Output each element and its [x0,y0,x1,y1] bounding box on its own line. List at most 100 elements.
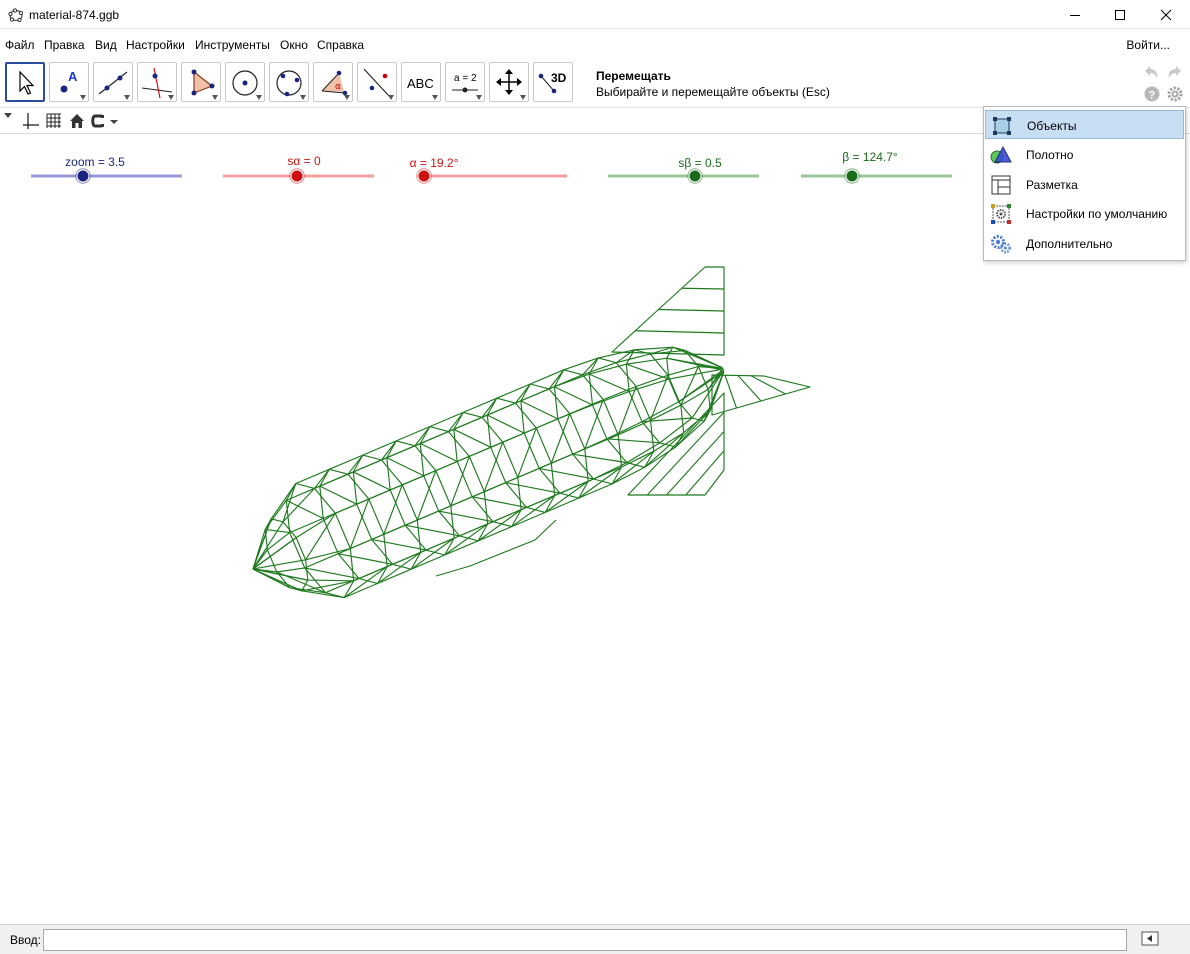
slider-knob[interactable] [417,169,431,183]
axes-icon[interactable] [22,112,40,130]
settings-item-label: Дополнительно [1026,237,1113,251]
hull-brace [252,568,308,581]
hull-brace [252,537,297,570]
hull-brace [483,441,504,492]
hull-ring [625,349,685,448]
minimize-button[interactable] [1052,0,1098,29]
slider-label: sα = 0 [287,154,321,168]
input-label: Ввод: [10,933,41,947]
slider-knob[interactable] [76,169,90,183]
input-help-toggle-icon[interactable] [1141,931,1159,947]
menu-file[interactable]: Файл [5,38,35,52]
settings-item-label: Разметка [1026,178,1078,192]
objects-icon [993,117,1011,135]
settings-dropdown-menu: Объекты Полотно Разметка Настройки по ум… [983,106,1186,261]
settings-item-advanced[interactable]: Дополнительно [985,229,1184,258]
maximize-button[interactable] [1097,0,1143,29]
menu-help[interactable]: Справка [317,38,364,52]
slider-knob[interactable] [688,169,702,183]
hull-stringer [252,372,724,599]
text-tool-label: ABC [407,76,434,91]
hull-brace [416,470,437,521]
sign-in-link[interactable]: Войти... [1126,38,1170,52]
slider-s-beta[interactable]: sβ = 0.5 [608,156,759,184]
fin-rib [750,375,786,395]
toggle-style-bar-icon[interactable] [4,112,14,120]
settings-item-objects[interactable]: Объекты [985,110,1184,139]
slider-tool[interactable]: a = 2 [445,62,485,102]
polygon-tool[interactable] [181,62,221,102]
menu-tools[interactable]: Инструменты [195,38,270,52]
text-tool[interactable]: ABC [401,62,441,102]
hull-brace [606,438,660,444]
home-icon[interactable] [68,112,86,130]
view-3d-label: 3D [551,71,567,85]
hull-brace [286,499,324,519]
slider-beta[interactable]: β = 124.7° [801,150,952,184]
advanced-gears-icon [991,235,1011,254]
hull-stringer [252,369,721,570]
point-tool[interactable]: A [49,62,89,102]
undo-icon[interactable] [1141,62,1161,82]
fin-rib [681,287,725,290]
window-title: material-874.ggb [29,8,120,22]
slider-s-alpha[interactable]: sα = 0 [223,154,374,184]
hull-stringer [252,365,723,570]
menu-edit[interactable]: Правка [44,38,85,52]
fin-rib [724,375,738,409]
title-bar: material-874.ggb [0,0,1190,29]
line-tool[interactable] [93,62,133,102]
view-3d-icon: 3D [538,71,567,94]
hull-brace [572,453,627,464]
slider-alpha[interactable]: α = 19.2° [410,156,567,184]
selected-tool-name: Перемещать [596,69,671,83]
hull-brace [550,413,571,464]
hull-brace [626,363,670,380]
angle-tool[interactable]: α [313,62,353,102]
move-arrow-icon [19,70,35,95]
hull-stringer [252,346,722,570]
point-capture-icon[interactable] [90,112,120,130]
menu-options[interactable]: Настройки [126,38,185,52]
redo-icon[interactable] [1165,62,1185,82]
menu-bar: Файл Правка Вид Настройки Инструменты Ок… [0,30,1190,59]
hull-brace [450,456,470,507]
grid-icon[interactable] [45,112,63,130]
hull-brace [680,366,699,406]
graphics-shapes-icon [990,145,1012,164]
menu-view[interactable]: Вид [95,38,117,52]
circle-through-points-tool[interactable] [269,62,309,102]
settings-item-defaults[interactable]: Настройки по умолчанию [985,199,1184,228]
perpendicular-tool[interactable] [137,62,177,102]
slider-label: α = 19.2° [410,156,459,170]
hull-brace [588,373,630,393]
fin-rib [646,411,725,496]
reflect-tool[interactable] [357,62,397,102]
settings-item-graphics[interactable]: Полотно [985,140,1184,169]
help-icon[interactable]: ? [1143,85,1161,103]
hull-brace [611,450,655,485]
move-view-tool[interactable] [489,62,529,102]
hull-brace [678,372,723,403]
defaults-icon [991,204,1011,224]
slider-zoom[interactable]: zoom = 3.5 [31,155,182,184]
move-tool[interactable] [5,62,45,102]
menu-window[interactable]: Окно [280,38,308,52]
fin-rib [658,308,725,312]
fin-rib [685,450,725,496]
circle-tool[interactable] [225,62,265,102]
slider-knob[interactable] [290,169,304,183]
slider-tool-label: a = 2 [454,73,477,84]
view-3d-tool[interactable]: 3D [533,62,573,102]
settings-item-layout[interactable]: Разметка [985,170,1184,199]
slider-label: β = 124.7° [842,150,898,164]
layout-icon [991,175,1011,195]
sliders: zoom = 3.5 sα = 0 α = 19.2° sβ = 0.5 β = 124… [31,150,952,184]
maximize-icon [1115,9,1125,20]
settings-gear-icon[interactable] [1166,85,1184,103]
close-window-button[interactable] [1143,0,1189,29]
input-bar: Ввод: [0,924,1190,954]
input-field[interactable] [43,929,1127,951]
slider-knob[interactable] [845,169,859,183]
selected-tool-help: Выбирайте и перемещайте объекты (Esc) [596,85,830,99]
